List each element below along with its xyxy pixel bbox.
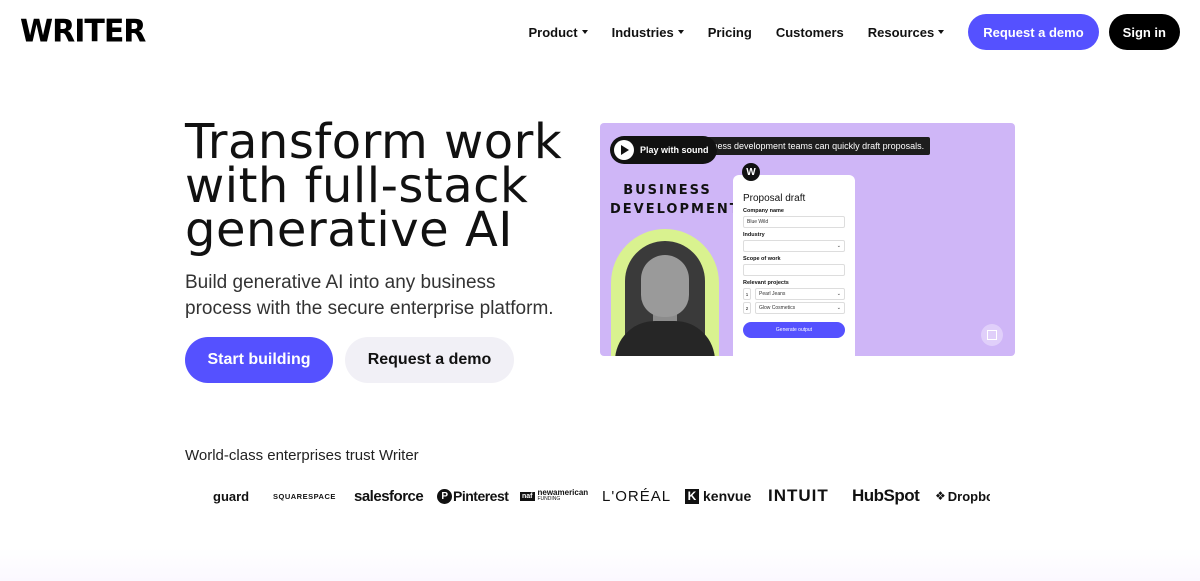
project-number: 2 — [743, 302, 751, 314]
nav-industries-label: Industries — [611, 24, 674, 40]
pinterest-icon: P — [437, 488, 452, 504]
video-caption: siness development teams can quickly dra… — [700, 137, 931, 155]
site-header: WRITER Product Industries Pricing Custom… — [0, 0, 1200, 64]
dropbox-logo: ❖Dropbox — [935, 488, 990, 504]
play-with-sound-button[interactable]: Play with sound — [610, 136, 717, 164]
pinterest-logo: P Pinterest — [437, 482, 509, 510]
person-portrait — [611, 229, 719, 356]
form-title: Proposal draft — [743, 193, 806, 204]
nav-pricing-label: Pricing — [707, 24, 752, 40]
kenvue-logo: Kkenvue — [685, 482, 751, 510]
company-label: Company name — [743, 208, 784, 214]
kenvue-icon: K — [685, 488, 699, 504]
section-divider — [0, 548, 1200, 581]
salesforce-logo: salesforce — [354, 487, 424, 505]
writer-logo[interactable]: WRITER — [20, 13, 146, 50]
play-icon — [614, 140, 634, 160]
start-building-button[interactable]: Start building — [185, 337, 333, 383]
scope-field — [743, 264, 845, 276]
proposal-form-card: W Proposal draft Company name Blue Wild … — [733, 163, 855, 356]
nav-resources-label: Resources — [867, 24, 935, 40]
project-number: 1 — [743, 288, 751, 300]
loreal-logo: L'ORÉAL — [602, 487, 672, 505]
nav-industries[interactable]: Industries — [612, 25, 684, 40]
hero-title: Transform work with full-stack generativ… — [185, 114, 563, 258]
video-heading: BUSINESS DEVELOPMENT — [610, 183, 741, 217]
chevron-down-icon: ⌄ — [836, 291, 841, 297]
sign-in-button[interactable]: Sign in — [1108, 14, 1180, 50]
request-demo-nav-button[interactable]: Request a demo — [968, 14, 1099, 50]
chevron-down-icon — [677, 30, 684, 34]
hubspot-logo: HubSpot — [852, 486, 920, 505]
intuit-logo: INTUIT — [768, 486, 829, 505]
project-select: Pearl Jeans ⌄ — [755, 288, 845, 300]
company-field: Blue Wild — [743, 216, 845, 228]
project-row: 1 Pearl Jeans ⌄ — [743, 288, 845, 300]
nav-resources[interactable]: Resources — [867, 24, 945, 40]
project-row: 2 Glow Cosmetics ⌄ — [743, 302, 845, 314]
trust-label: World-class enterprises trust Writer — [185, 447, 419, 464]
projects-label: Relevant projects — [743, 280, 789, 286]
industry-label: Industry — [743, 232, 765, 238]
chevron-down-icon — [938, 30, 945, 34]
dropbox-icon: ❖ — [935, 489, 946, 503]
request-demo-hero-button[interactable]: Request a demo — [345, 337, 514, 383]
squarespace-logo: SQUARESPACE — [273, 491, 336, 501]
demo-video[interactable]: siness development teams can quickly dra… — [600, 123, 1015, 356]
vanguard-logo: guard — [213, 488, 250, 504]
main-nav: Product Industries Pricing Customers Res… — [529, 0, 1200, 64]
customer-logos: guard SQUARESPACE salesforce P Pinterest … — [185, 482, 1015, 512]
scope-label: Scope of work — [743, 256, 781, 262]
nav-customers[interactable]: Customers — [776, 25, 844, 40]
project-select: Glow Cosmetics ⌄ — [755, 302, 845, 314]
nav-product-label: Product — [528, 24, 578, 40]
nav-product[interactable]: Product — [529, 25, 588, 40]
chevron-down-icon — [581, 30, 588, 34]
chevron-down-icon: ⌄ — [836, 305, 841, 311]
project-name: Glow Cosmetics — [759, 305, 796, 311]
nav-pricing[interactable]: Pricing — [708, 25, 752, 40]
fullscreen-icon[interactable] — [981, 324, 1003, 346]
writer-mark-icon: W — [742, 163, 760, 181]
generate-output-button: Generate output — [743, 322, 845, 338]
play-label: Play with sound — [640, 145, 709, 155]
project-name: Pearl Jeans — [759, 291, 786, 297]
nav-customers-label: Customers — [775, 24, 844, 40]
industry-select: ⌄ — [743, 240, 845, 252]
chevron-down-icon: ⌄ — [836, 243, 841, 249]
hero-subtitle: Build generative AI into any business pr… — [185, 272, 554, 319]
new-american-funding-logo: naf newamerican FUNDING — [520, 488, 589, 502]
